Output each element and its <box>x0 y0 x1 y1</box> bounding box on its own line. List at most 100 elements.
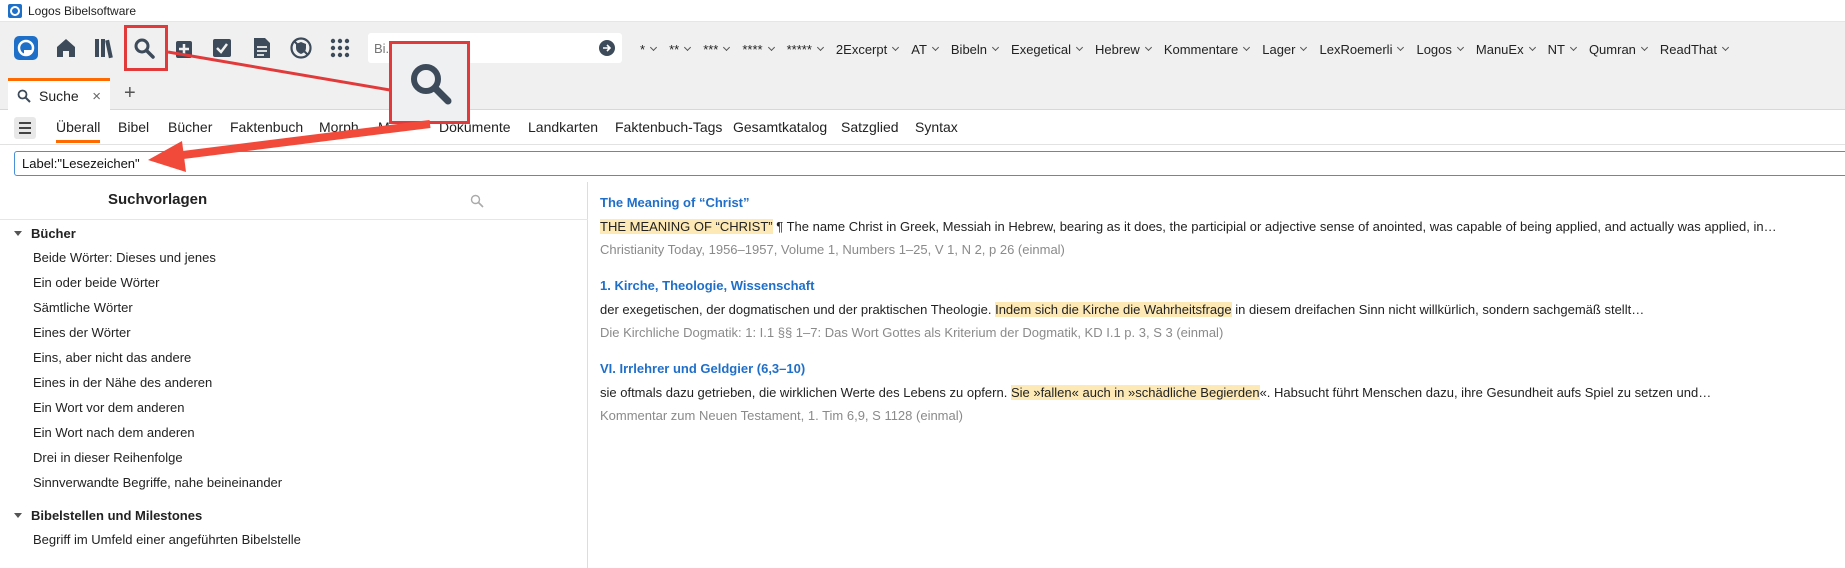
layout-item[interactable]: **** <box>742 42 775 57</box>
layout-item[interactable]: 2Excerpt <box>836 42 900 57</box>
result-snippet: sie oftmals dazu getrieben, die wirklich… <box>600 385 1712 400</box>
library-icon[interactable] <box>90 32 122 64</box>
layout-item[interactable]: ** <box>669 42 692 57</box>
tab-satzglied[interactable]: Satzglied <box>841 119 899 135</box>
list-item[interactable]: Sinnverwandte Begriffe, nahe beineinande… <box>33 475 282 490</box>
layout-item[interactable]: ManuEx <box>1476 42 1536 57</box>
result-source[interactable]: Christianity Today, 1956–1957, Volume 1,… <box>600 242 1065 257</box>
list-item[interactable]: Drei in dieser Reihenfolge <box>33 450 183 465</box>
chevron-down-icon <box>1243 43 1251 52</box>
chevron-down-icon <box>1300 43 1308 52</box>
layout-item[interactable]: AT <box>911 42 939 57</box>
layout-item[interactable]: * <box>640 42 658 57</box>
tab-faktenbuch-tags[interactable]: Faktenbuch-Tags <box>615 119 722 135</box>
search-icon <box>410 63 451 104</box>
chevron-down-icon <box>684 43 692 52</box>
layout-item[interactable]: Hebrew <box>1095 42 1152 57</box>
search-type-tabs: Überall Bibel Bücher Faktenbuch Morph M … <box>0 110 1845 145</box>
list-item[interactable]: Eines der Wörter <box>33 325 131 340</box>
chevron-down-icon <box>1456 43 1464 52</box>
collapse-triangle-icon <box>14 231 22 236</box>
layout-item[interactable]: Qumran <box>1589 42 1648 57</box>
annotation-zoom-box <box>389 41 470 124</box>
list-item[interactable]: Ein oder beide Wörter <box>33 275 159 290</box>
chevron-down-icon <box>892 43 900 52</box>
home-icon[interactable] <box>50 32 82 64</box>
list-item[interactable]: Beide Wörter: Dieses und jenes <box>33 250 216 265</box>
layout-item[interactable]: LexRoemerli <box>1319 42 1405 57</box>
result-snippet: THE MEANING OF “CHRIST” ¶ The name Chris… <box>600 219 1777 234</box>
layout-item[interactable]: ReadThat <box>1660 42 1730 57</box>
list-item[interactable]: Begriff im Umfeld einer angeführten Bibe… <box>33 532 301 547</box>
chevron-down-icon <box>767 43 775 52</box>
add-tab-button[interactable]: + <box>124 82 136 105</box>
document-icon[interactable] <box>246 32 278 64</box>
apps-grid-icon[interactable] <box>324 32 356 64</box>
chevron-down-icon <box>931 43 939 52</box>
logos-icon[interactable] <box>10 32 42 64</box>
chevron-down-icon <box>991 43 1000 52</box>
layout-item[interactable]: Bibeln <box>951 42 1000 57</box>
checklist-icon[interactable] <box>206 32 238 64</box>
search-icon <box>17 89 31 103</box>
result-title[interactable]: 1. Kirche, Theologie, Wissenschaft <box>600 278 814 293</box>
result-highlight: Sie »fallen« auch in »schädliche Begierd… <box>1010 385 1260 400</box>
list-item[interactable]: Eines in der Nähe des anderen <box>33 375 212 390</box>
tab-faktenbuch[interactable]: Faktenbuch <box>230 119 303 135</box>
search-templates-pane: Suchvorlagen Bücher Beide Wörter: Dieses… <box>0 182 588 568</box>
chevron-down-icon <box>816 43 824 52</box>
list-item[interactable]: Ein Wort vor dem anderen <box>33 400 185 415</box>
layout-item[interactable]: NT <box>1548 42 1577 57</box>
chevron-down-icon <box>723 43 731 52</box>
group-header-bibelstellen[interactable]: Bibelstellen und Milestones <box>14 508 202 523</box>
panel-tab-strip: Suche × + <box>0 76 1845 110</box>
chevron-down-icon <box>1144 43 1152 52</box>
annotation-highlight-box <box>124 25 168 71</box>
chevron-down-icon <box>650 43 658 52</box>
list-item[interactable]: Eins, aber nicht das andere <box>33 350 191 365</box>
tab-gesamtkatalog[interactable]: Gesamtkatalog <box>733 119 827 135</box>
chevron-down-icon <box>1640 43 1648 52</box>
logos-app-icon <box>8 3 22 18</box>
tab-morph[interactable]: Morph <box>319 119 359 135</box>
main-toolbar: * ** *** **** ***** 2Excerpt AT Bibeln E… <box>0 22 1845 76</box>
list-item[interactable]: Sämtliche Wörter <box>33 300 133 315</box>
chevron-down-icon <box>1397 43 1405 52</box>
window-title: Logos Bibelsoftware <box>28 3 137 18</box>
result-source[interactable]: Die Kirchliche Dogmatik: 1: I.1 §§ 1–7: … <box>600 325 1223 340</box>
add-panel-icon[interactable] <box>168 32 200 64</box>
go-arrow-icon[interactable] <box>599 40 615 56</box>
query-input[interactable] <box>14 151 1845 176</box>
search-icon[interactable] <box>470 194 484 211</box>
chevron-down-icon <box>1569 43 1577 52</box>
tab-landkarten[interactable]: Landkarten <box>528 119 598 135</box>
result-snippet: der exegetischen, der dogmatischen und d… <box>600 302 1645 317</box>
tab-bibel[interactable]: Bibel <box>118 119 149 135</box>
menu-icon[interactable] <box>14 117 36 139</box>
close-icon[interactable]: × <box>92 88 101 105</box>
chevron-down-icon <box>1721 43 1730 52</box>
layout-item[interactable]: ***** <box>787 42 824 57</box>
collapse-triangle-icon <box>14 513 22 518</box>
pane-title: Suchvorlagen <box>108 191 208 208</box>
group-header-buecher[interactable]: Bücher <box>14 226 76 241</box>
result-source[interactable]: Kommentar zum Neuen Testament, 1. Tim 6,… <box>600 408 963 423</box>
layout-item[interactable]: Lager <box>1262 42 1308 57</box>
shield-icon[interactable] <box>285 32 317 64</box>
tab-ueberall[interactable]: Überall <box>56 119 101 143</box>
tab-suche[interactable]: Suche × <box>8 78 110 110</box>
layout-item[interactable]: Exegetical <box>1011 42 1084 57</box>
chevron-down-icon <box>1528 43 1536 52</box>
result-title[interactable]: The Meaning of “Christ” <box>600 195 750 210</box>
result-title[interactable]: VI. Irrlehrer und Geldgier (6,3–10) <box>600 361 805 376</box>
list-item[interactable]: Ein Wort nach dem anderen <box>33 425 195 440</box>
results-pane: The Meaning of “Christ” THE MEANING OF “… <box>589 182 1845 568</box>
query-row <box>0 148 1845 180</box>
tab-m[interactable]: M <box>378 119 390 135</box>
layout-item[interactable]: Logos <box>1416 42 1464 57</box>
tab-buecher[interactable]: Bücher <box>168 119 212 135</box>
layout-item[interactable]: Kommentare <box>1164 42 1251 57</box>
result-highlight: Indem sich die Kirche die Wahrheitsfrage <box>995 302 1232 317</box>
tab-syntax[interactable]: Syntax <box>915 119 958 135</box>
layout-item[interactable]: *** <box>703 42 731 57</box>
